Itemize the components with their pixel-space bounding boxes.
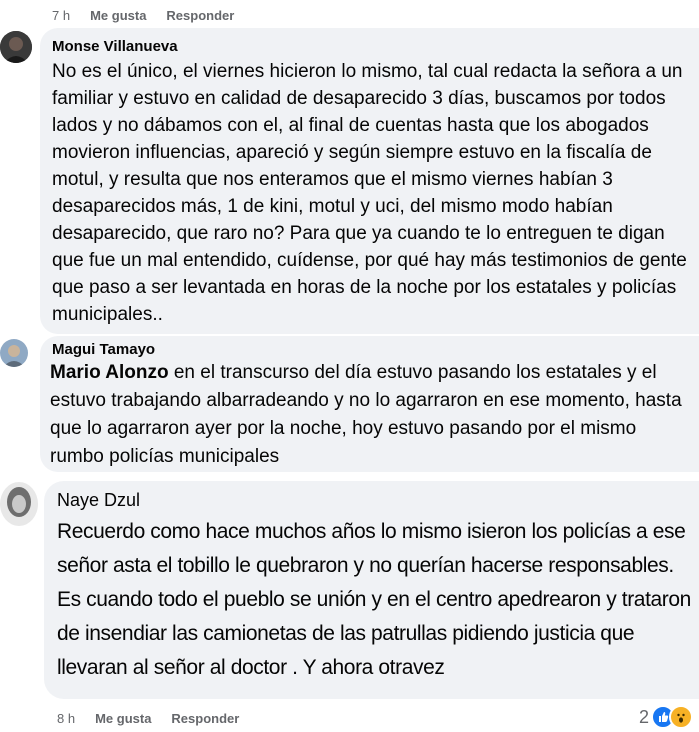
- comment-author[interactable]: Monse Villanueva: [52, 38, 178, 55]
- comment-author[interactable]: Naye Dzul: [57, 490, 140, 511]
- avatar[interactable]: [0, 31, 32, 63]
- avatar[interactable]: [0, 482, 38, 526]
- avatar-image-icon: [0, 339, 28, 367]
- like-button[interactable]: Me gusta: [95, 711, 151, 726]
- comment-meta-top: 7 h Me gusta Responder: [52, 8, 234, 23]
- timestamp[interactable]: 7 h: [52, 8, 70, 23]
- comment-text: Recuerdo como hace muchos años lo mismo …: [57, 520, 691, 679]
- reaction-count[interactable]: 2: [639, 707, 649, 728]
- timestamp[interactable]: 8 h: [57, 711, 75, 726]
- comment-text: Mario Alonzo en el transcurso del día es…: [50, 359, 690, 471]
- avatar-image-icon: [0, 482, 38, 526]
- avatar-image-icon: [0, 31, 32, 63]
- reply-button[interactable]: Responder: [166, 8, 234, 23]
- user-mention[interactable]: Mario Alonzo: [50, 362, 169, 383]
- comment-text: No es el único, el viernes hicieron lo m…: [52, 61, 687, 325]
- reply-button[interactable]: Responder: [171, 711, 239, 726]
- comment-author[interactable]: Magui Tamayo: [52, 341, 155, 358]
- comment-meta-bottom: 8 h Me gusta Responder: [57, 711, 239, 726]
- wow-icon: [669, 705, 693, 729]
- like-button[interactable]: Me gusta: [90, 8, 146, 23]
- reactions-summary[interactable]: 2: [639, 705, 693, 729]
- avatar[interactable]: [0, 339, 28, 367]
